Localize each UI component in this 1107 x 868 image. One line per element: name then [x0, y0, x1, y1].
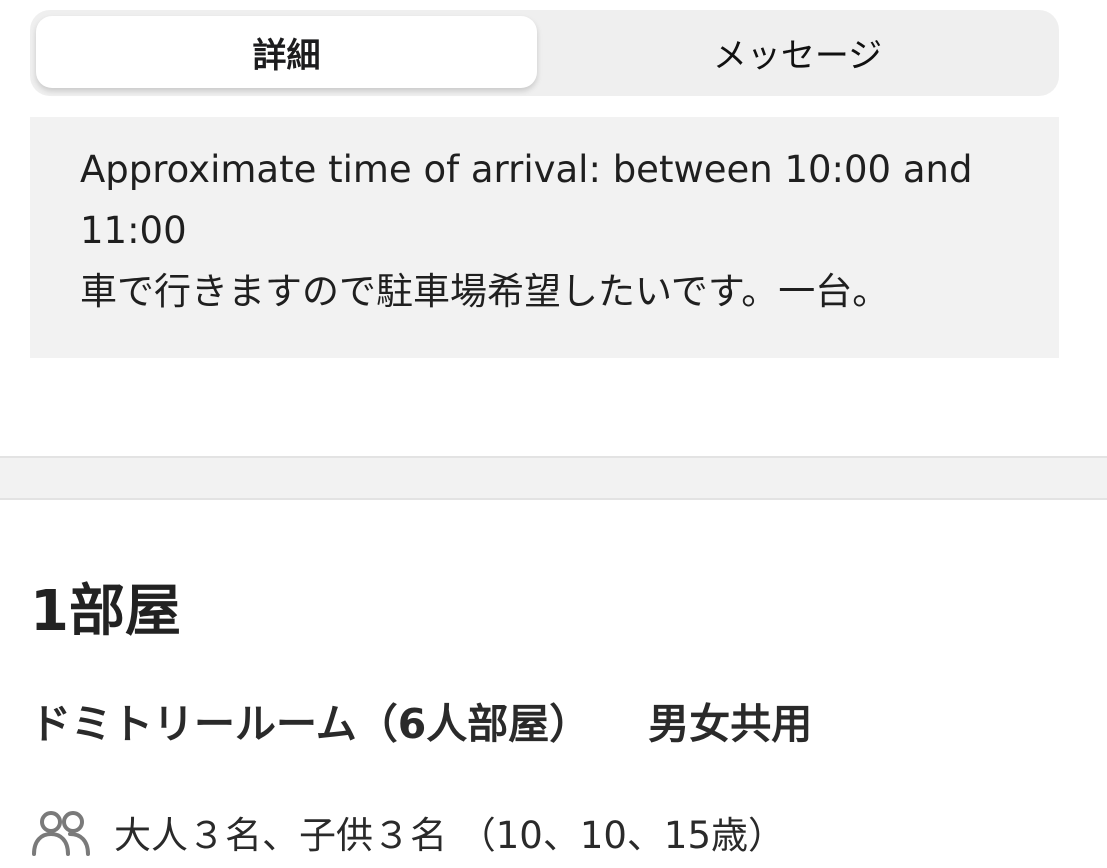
- room-type-name: ドミトリールーム（6人部屋）: [30, 700, 591, 748]
- tab-messages[interactable]: メッセージ: [542, 16, 1053, 88]
- guest-summary: 大人３名、子供３名 （10、10、15歳）: [30, 804, 785, 860]
- room-type-title: ドミトリールーム（6人部屋） 男女共用: [30, 696, 812, 752]
- room-gender: 男女共用: [648, 700, 813, 748]
- people-icon: [32, 811, 90, 856]
- note-line: 11:00: [80, 209, 187, 252]
- guest-count-text: 大人３名、子供３名 （10、10、15歳）: [114, 814, 786, 857]
- note-line: Approximate time of arrival: between 10:…: [80, 148, 973, 191]
- guest-note: Approximate time of arrival: between 10:…: [30, 117, 1059, 358]
- section-divider: [0, 456, 1107, 500]
- segmented-control: 詳細 メッセージ: [30, 10, 1059, 96]
- room-count-heading: 1部屋: [30, 579, 181, 644]
- tab-details[interactable]: 詳細: [36, 16, 537, 88]
- note-line: 車で行きますので駐車場希望したいです。一台。: [80, 270, 890, 313]
